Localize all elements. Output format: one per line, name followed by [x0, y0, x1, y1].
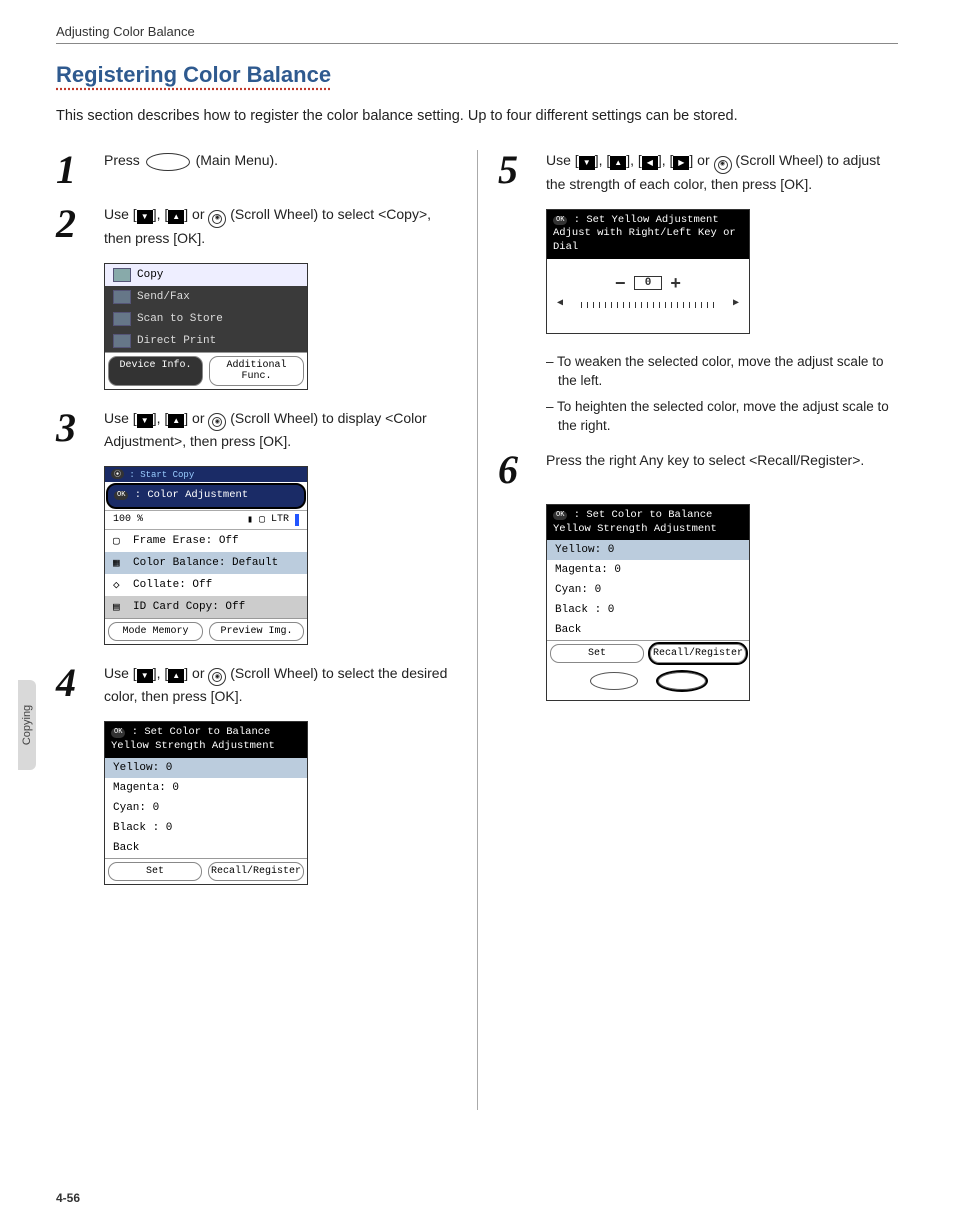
step-6: 6 Press the right Any key to select <Rec… — [498, 450, 898, 490]
set-button: Set — [108, 862, 202, 881]
mode-memory-button: Mode Memory — [108, 622, 203, 641]
step1-text-b: (Main Menu). — [196, 152, 278, 168]
step-number: 1 — [56, 150, 104, 190]
adjustment-notes: To weaken the selected color, move the a… — [546, 352, 898, 436]
note-heighten: To heighten the selected color, move the… — [546, 397, 898, 436]
row-collate: Collate: Off — [133, 579, 212, 591]
status-strip: 100 % ▮ ▢ LTR — [105, 510, 307, 530]
sendfax-icon — [113, 290, 131, 304]
down-arrow-icon: ▼ — [137, 414, 153, 428]
step-number: 5 — [498, 150, 546, 190]
directprint-icon — [113, 334, 131, 348]
additional-func-button: Additional Func. — [209, 356, 304, 386]
recall-register-button: Recall/Register — [208, 862, 304, 881]
device-info-button: Device Info. — [108, 356, 203, 386]
down-arrow-icon: ▼ — [579, 156, 595, 170]
row-back: Back — [105, 838, 307, 858]
intro-text: This section describes how to register t… — [56, 106, 898, 126]
level-indicator-icon — [295, 514, 299, 526]
step-number: 3 — [56, 408, 104, 448]
step-number: 4 — [56, 663, 104, 703]
plus-icon: + — [670, 275, 681, 295]
up-arrow-icon: ▲ — [610, 156, 626, 170]
screenshot-set-color-balance: OK : Set Color to BalanceYellow Strength… — [104, 721, 308, 884]
row-black: Black : 0 — [105, 818, 307, 838]
row-cyan-2: Cyan: 0 — [547, 580, 749, 600]
right-column: 5 Use [▼], [▲], [◀], [▶] or ◉ (Scroll Wh… — [477, 150, 898, 1110]
screenshot-recall-register: OK : Set Color to BalanceYellow Strength… — [546, 504, 750, 701]
up-arrow-icon: ▲ — [168, 210, 184, 224]
menu-sendfax: Send/Fax — [137, 291, 190, 303]
row-back-2: Back — [547, 620, 749, 640]
scroll-wheel-icon: ◉ — [714, 156, 732, 174]
any-key-right-icon — [658, 672, 706, 690]
yellow-adj-header: OK : Set Yellow AdjustmentAdjust with Ri… — [547, 210, 749, 259]
step6-text: Press the right Any key to select <Recal… — [546, 450, 898, 471]
running-head: Adjusting Color Balance — [56, 24, 898, 44]
slider-track — [581, 302, 715, 308]
any-key-left-icon — [590, 672, 638, 690]
start-copy-label: ⦿ : Start Copy — [105, 467, 307, 482]
section-title: Registering Color Balance — [56, 62, 898, 88]
scroll-wheel-icon: ◉ — [208, 668, 226, 686]
row-cyan: Cyan: 0 — [105, 798, 307, 818]
step1-text-a: Press — [104, 152, 144, 168]
slider-value: 0 — [634, 276, 663, 290]
row-frame-erase: Frame Erase: Off — [133, 535, 239, 547]
scroll-wheel-icon: ◉ — [208, 210, 226, 228]
page: Adjusting Color Balance Registering Colo… — [0, 0, 954, 1110]
screenshot-yellow-adjustment: OK : Set Yellow AdjustmentAdjust with Ri… — [546, 209, 750, 334]
row-color-balance: Color Balance: Default — [133, 557, 278, 569]
set-color-header-2: OK : Set Color to BalanceYellow Strength… — [547, 505, 749, 540]
up-arrow-icon: ▲ — [168, 414, 184, 428]
recall-register-button-highlighted: Recall/Register — [650, 644, 746, 663]
row-yellow-2: Yellow: 0 — [547, 540, 749, 560]
row-idcard: ID Card Copy: Off — [133, 601, 245, 613]
step-2: 2 Use [▼], [▲] or ◉ (Scroll Wheel) to se… — [56, 204, 457, 249]
scroll-wheel-icon: ◉ — [208, 413, 226, 431]
up-arrow-icon: ▲ — [168, 669, 184, 683]
preview-img-button: Preview Img. — [209, 622, 304, 641]
step-1: 1 Press (Main Menu). — [56, 150, 457, 190]
minus-icon: − — [615, 275, 626, 295]
zoom-value: 100 % — [113, 514, 143, 525]
side-tab-label: Copying — [21, 705, 33, 745]
menu-direct: Direct Print — [137, 335, 216, 347]
step-3: 3 Use [▼], [▲] or ◉ (Scroll Wheel) to di… — [56, 408, 457, 453]
left-arrow-icon: ◀ — [642, 156, 658, 170]
set-button-2: Set — [550, 644, 644, 663]
step-number: 6 — [498, 450, 546, 490]
left-column: 1 Press (Main Menu). 2 Use [▼], [▲] or ◉… — [56, 150, 477, 1110]
screenshot-color-adjustment: ⦿ : Start Copy OK : Color Adjustment 100… — [104, 466, 308, 645]
step-number: 2 — [56, 204, 104, 244]
right-arrow-icon: ▶ — [673, 156, 689, 170]
scan-icon — [113, 312, 131, 326]
row-yellow: Yellow: 0 — [105, 758, 307, 778]
row-magenta-2: Magenta: 0 — [547, 560, 749, 580]
down-arrow-icon: ▼ — [137, 210, 153, 224]
paper-size: LTR — [271, 514, 289, 525]
menu-copy: Copy — [137, 269, 163, 281]
page-number: 4-56 — [56, 1191, 80, 1205]
copy-icon — [113, 268, 131, 282]
screenshot-main-menu: Copy Send/Fax Scan to Store Direct Print… — [104, 263, 308, 390]
side-tab: Copying — [18, 680, 36, 770]
row-black-2: Black : 0 — [547, 600, 749, 620]
step-4: 4 Use [▼], [▲] or ◉ (Scroll Wheel) to se… — [56, 663, 457, 708]
step-5: 5 Use [▼], [▲], [◀], [▶] or ◉ (Scroll Wh… — [498, 150, 898, 195]
row-magenta: Magenta: 0 — [105, 778, 307, 798]
set-color-header: OK : Set Color to BalanceYellow Strength… — [105, 722, 307, 757]
menu-scan: Scan to Store — [137, 313, 223, 325]
note-weaken: To weaken the selected color, move the a… — [546, 352, 898, 391]
color-adjustment-header: OK : Color Adjustment — [106, 483, 306, 509]
main-menu-button-icon — [146, 153, 190, 171]
down-arrow-icon: ▼ — [137, 669, 153, 683]
